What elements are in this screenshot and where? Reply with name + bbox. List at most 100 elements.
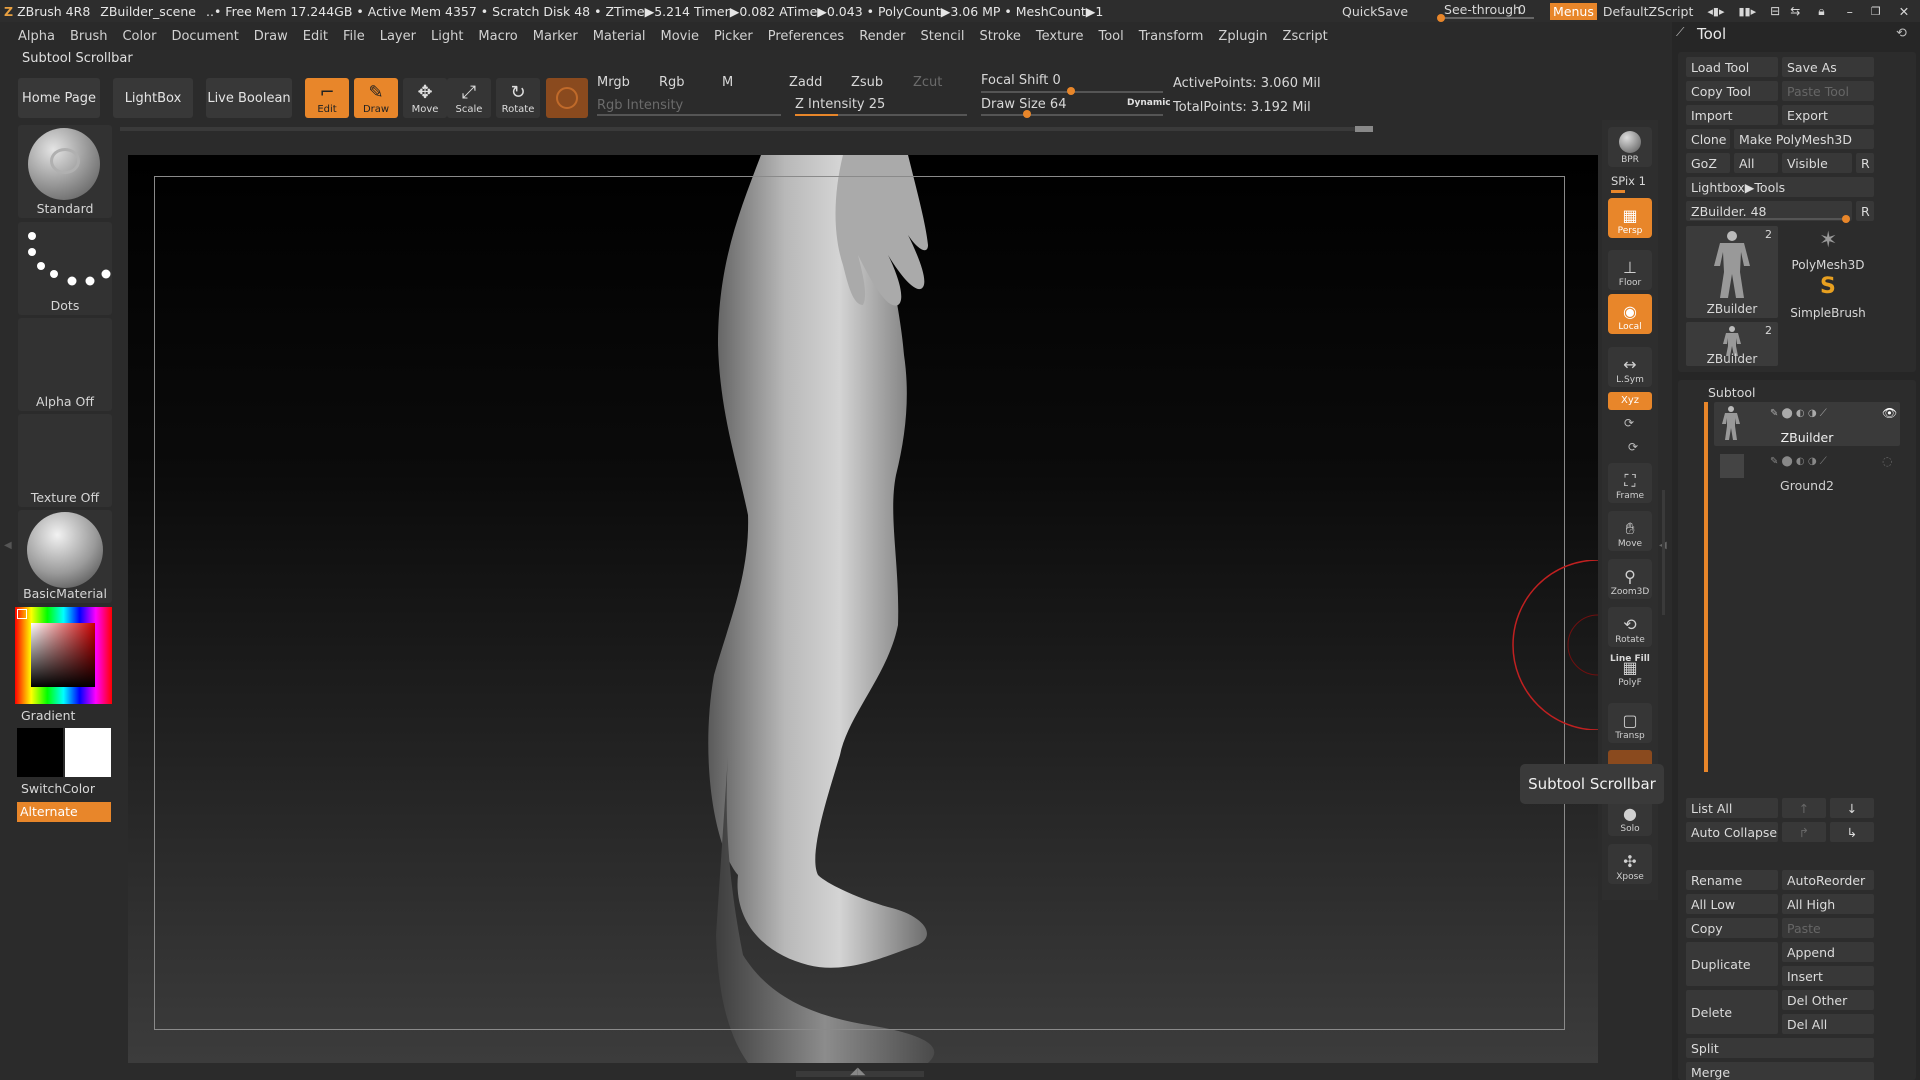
subtool-1-icons[interactable]: ✎ ⬤ ◐ ◑ ⟋ (1770, 408, 1827, 419)
list-all-button[interactable]: List All (1686, 798, 1778, 818)
arrow-down-right-icon[interactable]: ↳ (1830, 822, 1874, 842)
goz-r-button[interactable]: R (1856, 153, 1874, 173)
rgb-toggle[interactable]: Rgb (659, 75, 685, 90)
save-as-button[interactable]: Save As (1782, 57, 1874, 77)
pin-icon[interactable]: ⟋ (1676, 25, 1684, 40)
make-polymesh-button[interactable]: Make PolyMesh3D (1734, 129, 1874, 149)
subtool-header[interactable]: Subtool (1708, 385, 1755, 400)
zsub-toggle[interactable]: Zsub (851, 75, 883, 90)
copy-button[interactable]: Copy (1686, 918, 1778, 938)
main-color-swatch[interactable] (65, 728, 111, 777)
subtool-item-ground2[interactable]: ✎ ⬤ ◐ ◑ ⟋ ◌ Ground2 (1714, 450, 1900, 494)
see-through-slider[interactable]: See-through 0 (1436, 2, 1540, 22)
tool-thumb-zbuilder-2[interactable]: 2 ZBuilder (1686, 322, 1778, 366)
goz-button[interactable]: GoZ (1686, 153, 1730, 173)
rgb-intensity-slider[interactable]: Rgb Intensity (597, 98, 683, 113)
swap-icon[interactable]: ⇆ (1790, 4, 1800, 18)
reset-icon[interactable]: ⟲ (1896, 26, 1907, 41)
menu-file[interactable]: File (343, 29, 365, 44)
eye-visible-icon[interactable]: 👁︎ (1882, 406, 1897, 420)
tool-r-button[interactable]: R (1856, 201, 1874, 221)
rotate-button[interactable]: ↻ Rotate (496, 78, 540, 118)
split-button[interactable]: Split (1686, 1038, 1874, 1058)
subtool-2-icons[interactable]: ✎ ⬤ ◐ ◑ ⟋ (1770, 456, 1827, 467)
menu-brush[interactable]: Brush (70, 29, 108, 44)
default-zscript-button[interactable]: DefaultZScript (1603, 4, 1694, 19)
tool-thumb-zbuilder[interactable]: 2 ZBuilder (1686, 226, 1778, 318)
mrgb-toggle[interactable]: Mrgb (597, 75, 630, 90)
goz-all-button[interactable]: All (1734, 153, 1778, 173)
menu-preferences[interactable]: Preferences (768, 29, 844, 44)
xpose-button[interactable]: ✣ Xpose (1608, 844, 1652, 884)
texture-selector[interactable]: Texture Off (18, 414, 112, 507)
draw-button[interactable]: ✎ Draw (354, 78, 398, 118)
draw-size-knob[interactable] (1023, 110, 1031, 118)
merge-button[interactable]: Merge (1686, 1062, 1874, 1080)
move-up-icon[interactable]: ↑ (1782, 798, 1826, 818)
alternate-button[interactable]: Alternate (17, 802, 111, 822)
m-toggle[interactable]: M (722, 75, 733, 90)
menu-stroke[interactable]: Stroke (979, 29, 1020, 44)
menu-color[interactable]: Color (122, 29, 156, 44)
scale-button[interactable]: ⤢ Scale (447, 78, 491, 118)
zoom3d-button[interactable]: ⚲ Zoom3D (1608, 559, 1652, 599)
clone-button[interactable]: Clone (1686, 129, 1730, 149)
subtool-scrollbar[interactable] (1704, 402, 1708, 772)
secondary-color-swatch[interactable] (17, 728, 63, 777)
color-picker[interactable] (15, 607, 112, 704)
alpha-selector[interactable]: Alpha Off (18, 318, 112, 411)
auto-collapse-button[interactable]: Auto Collapse (1686, 822, 1778, 842)
switch-color-button[interactable]: SwitchColor (21, 781, 95, 796)
all-high-button[interactable]: All High (1782, 894, 1874, 914)
persp-button[interactable]: ▦ Persp (1608, 198, 1652, 238)
transp-button[interactable]: ▢ Transp (1608, 703, 1652, 743)
menu-layer[interactable]: Layer (380, 29, 416, 44)
insert-button[interactable]: Insert (1782, 966, 1874, 986)
export-button[interactable]: Export (1782, 105, 1874, 125)
menu-render[interactable]: Render (859, 29, 905, 44)
menu-zscript[interactable]: Zscript (1283, 29, 1328, 44)
menu-material[interactable]: Material (593, 29, 646, 44)
menus-toggle[interactable]: Menus (1550, 2, 1597, 20)
frame-button[interactable]: ⛶ Frame (1608, 463, 1652, 503)
bpr-button[interactable]: BPR (1608, 127, 1652, 167)
lightbox-button[interactable]: LightBox (113, 78, 193, 118)
import-button[interactable]: Import (1686, 105, 1778, 125)
local-button[interactable]: ◉ Local (1608, 294, 1652, 334)
quicksave-button[interactable]: QuickSave (1342, 4, 1408, 19)
menu-texture[interactable]: Texture (1036, 29, 1084, 44)
menu-alpha[interactable]: Alpha (18, 29, 55, 44)
lightbox-tools-button[interactable]: Lightbox▶Tools (1686, 177, 1874, 197)
layout-icon[interactable]: ◂▮▸ (1707, 5, 1724, 18)
lock-icon[interactable]: 🔒︎ (1818, 4, 1824, 19)
color-swatch-button[interactable] (546, 78, 588, 118)
lsym-button[interactable]: ↔ L.Sym (1608, 347, 1652, 387)
rotate-view-button[interactable]: ⟲ Rotate (1608, 607, 1652, 647)
material-selector[interactable]: BasicMaterial (18, 510, 112, 603)
stroke-selector[interactable]: Dots (18, 222, 112, 315)
del-all-button[interactable]: Del All (1782, 1014, 1874, 1034)
auto-reorder-button[interactable]: AutoReorder (1782, 870, 1874, 890)
arrow-up-right-icon[interactable]: ↱ (1782, 822, 1826, 842)
menu-movie[interactable]: Movie (661, 29, 699, 44)
focal-shift-knob[interactable] (1067, 87, 1075, 95)
dynamic-toggle[interactable]: Dynamic (1127, 98, 1171, 108)
menu-draw[interactable]: Draw (254, 29, 288, 44)
load-tool-button[interactable]: Load Tool (1686, 57, 1778, 77)
bottom-tray-handle[interactable]: ◢◣ (796, 1066, 924, 1077)
menu-tool[interactable]: Tool (1098, 29, 1123, 44)
subtool-item-zbuilder[interactable]: ✎ ⬤ ◐ ◑ ⟋ 👁︎ ZBuilder (1714, 402, 1900, 446)
top-scrollbar[interactable] (120, 127, 1372, 131)
floor-button[interactable]: ⊥ Floor (1608, 250, 1652, 290)
zcut-toggle[interactable]: Zcut (913, 75, 942, 90)
copy-tool-button[interactable]: Copy Tool (1686, 81, 1778, 101)
spix-slider[interactable]: SPix 1 (1611, 174, 1646, 188)
menu-document[interactable]: Document (171, 29, 238, 44)
menu-marker[interactable]: Marker (533, 29, 578, 44)
gradient-label[interactable]: Gradient (21, 708, 75, 723)
layout-icon-2[interactable]: ▮▮▸ (1738, 5, 1756, 18)
move-view-button[interactable]: ✋︎ Move (1608, 511, 1652, 551)
all-low-button[interactable]: All Low (1686, 894, 1778, 914)
menu-light[interactable]: Light (431, 29, 463, 44)
eye-hidden-icon[interactable]: ◌ (1882, 454, 1892, 468)
